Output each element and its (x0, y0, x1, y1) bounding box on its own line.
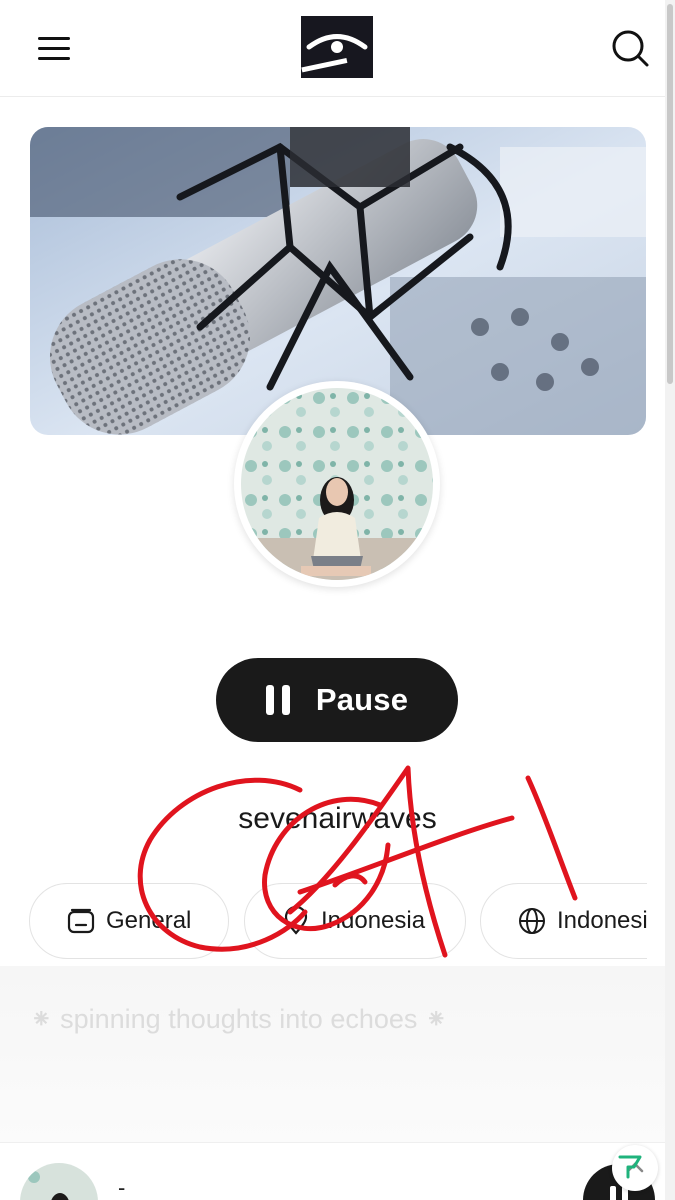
globe-icon (519, 908, 545, 934)
pause-label: Pause (315, 682, 409, 717)
radio-icon (67, 908, 95, 934)
station-tagline: ⁕ spinning thoughts into echoes ⁕ (30, 1004, 448, 1034)
chip-language[interactable]: Indonesian (480, 883, 647, 959)
category-chips: General Indonesia Indonesian (0, 882, 647, 962)
scrollbar-thumb[interactable] (667, 4, 673, 384)
station-avatar (241, 388, 433, 580)
hamburger-line (38, 46, 70, 50)
chevron-up-icon (618, 1155, 644, 1179)
description-section: ⁕ spinning thoughts into echoes ⁕ (0, 966, 665, 1142)
location-pin-icon (284, 906, 308, 935)
top-header (0, 0, 665, 97)
floating-action-button[interactable] (612, 1145, 658, 1191)
page-scrollbar[interactable] (665, 0, 675, 1200)
chip-language-label: Indonesian (557, 907, 647, 934)
mini-player-avatar (20, 1163, 98, 1200)
search-icon[interactable] (610, 28, 650, 68)
chip-genre-label: General (106, 907, 192, 934)
hamburger-line (38, 56, 70, 60)
app-logo[interactable] (301, 16, 373, 78)
mini-player-title: - (118, 1175, 126, 1200)
hamburger-line (38, 36, 70, 40)
pause-button[interactable]: Pause (216, 658, 458, 742)
chip-country[interactable]: Indonesia (244, 883, 466, 959)
chip-country-label: Indonesia (321, 907, 426, 934)
chip-genre[interactable]: General (29, 883, 229, 959)
menu-button[interactable] (38, 30, 74, 66)
pause-icon (265, 685, 290, 715)
station-name: sevenairwaves (238, 802, 437, 835)
mini-player[interactable]: - (0, 1142, 665, 1200)
